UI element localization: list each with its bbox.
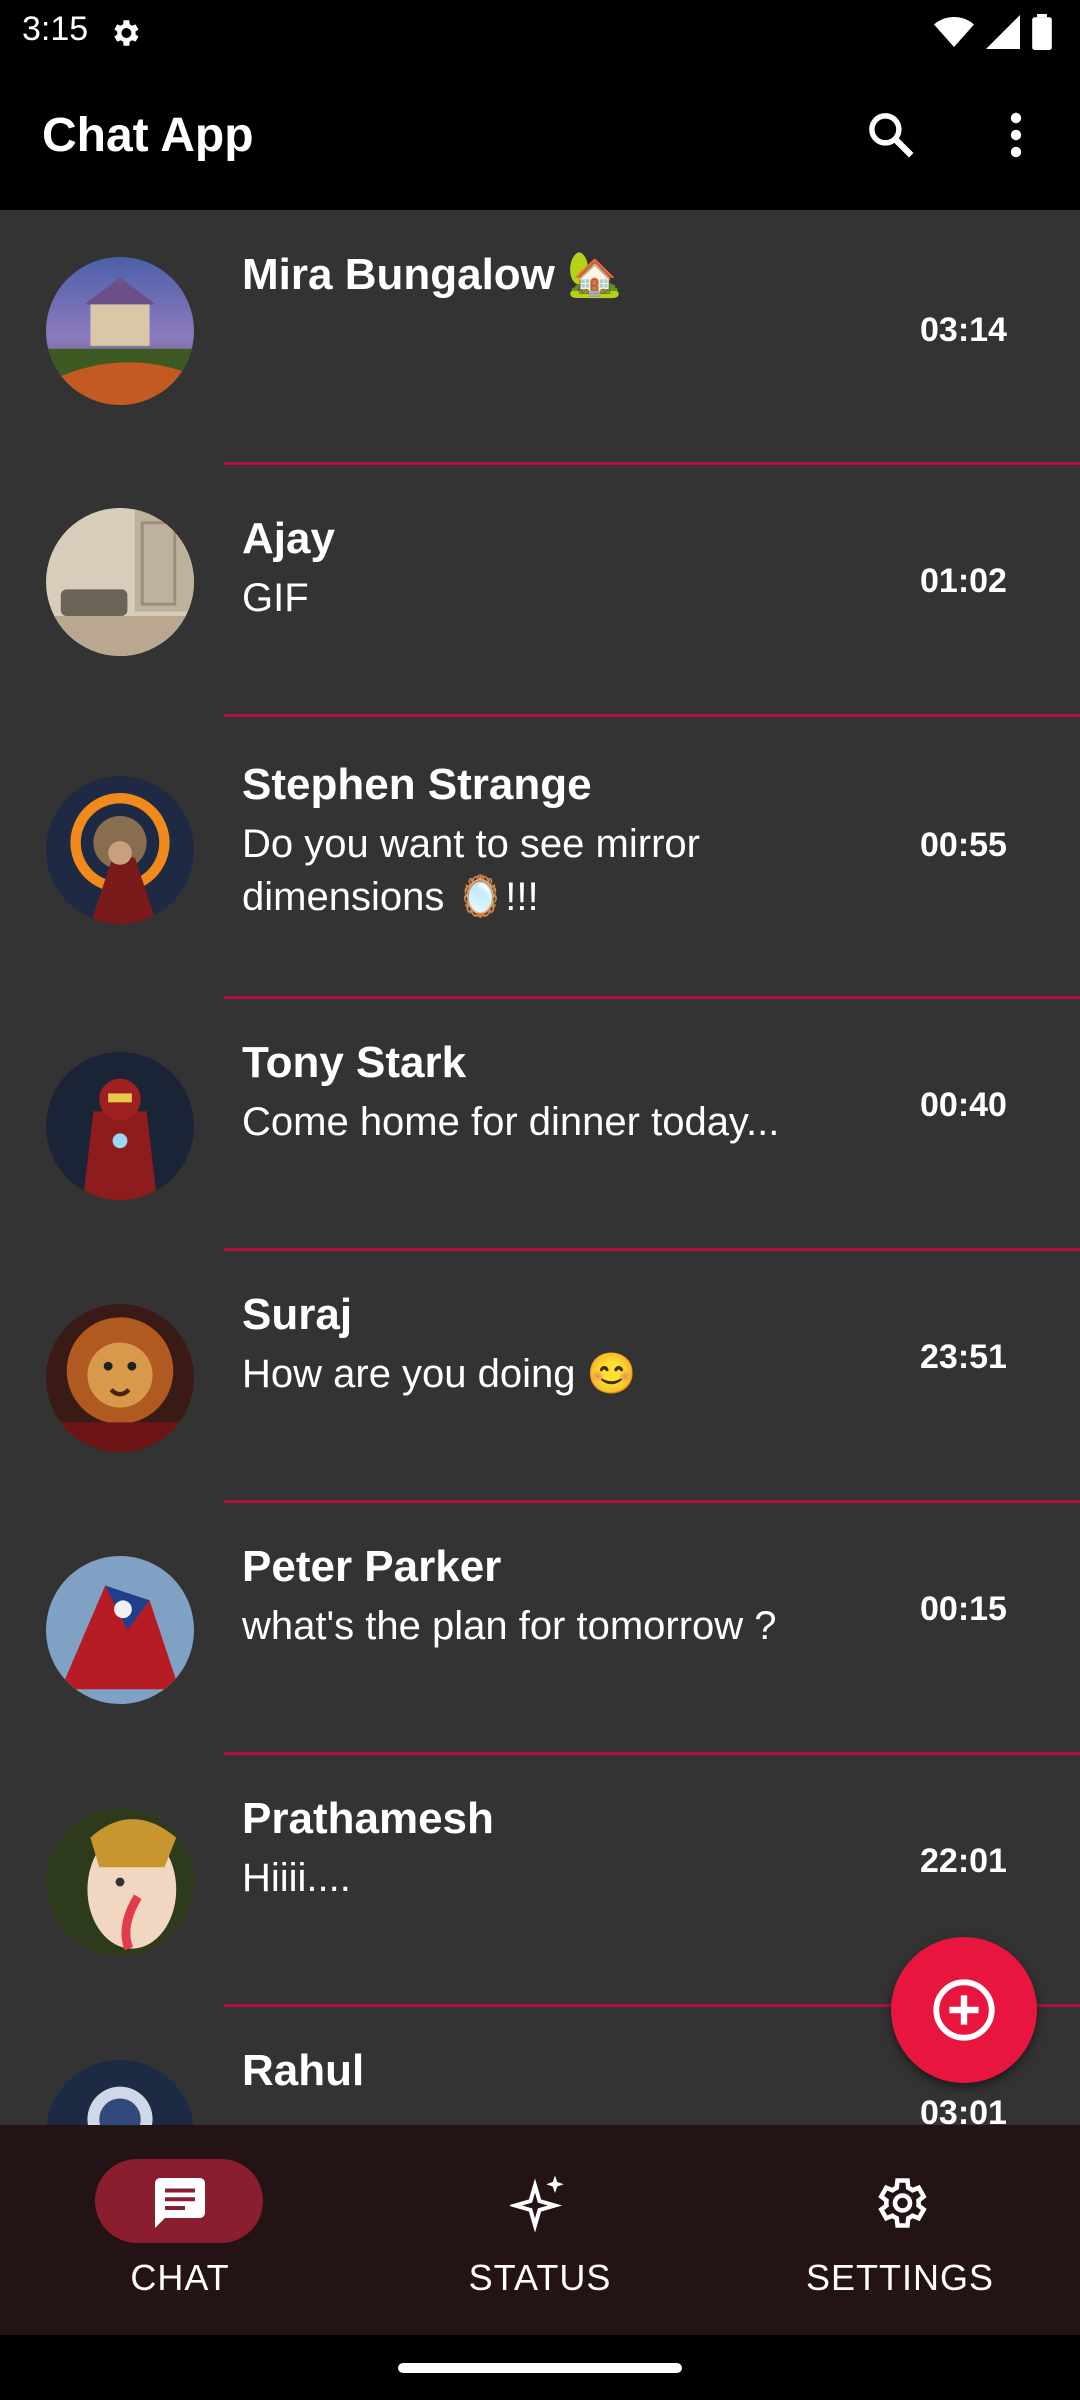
message-time: 00:55 [920, 826, 1007, 864]
battery-icon [1032, 14, 1052, 50]
contact-name: Ajay [242, 514, 335, 563]
settings-icon [878, 2178, 927, 2228]
message-time: 01:02 [920, 562, 1007, 600]
chat-row-ajay[interactable]: Ajay GIF 01:02 [0, 462, 1080, 717]
message-time: 03:01 [920, 2094, 1007, 2125]
chat-row-mira-bungalow[interactable]: Mira Bungalow 🏡 03:14 [0, 210, 1080, 465]
avatar [46, 1556, 194, 1704]
last-message: what's the plan for tomorrow ? [242, 1604, 777, 1648]
nav-label-settings: SETTINGS [805, 2257, 995, 2298]
search-button[interactable] [858, 102, 924, 168]
avatar [46, 508, 194, 656]
last-message: How are you doing 😊 [242, 1352, 637, 1396]
contact-name: Rahul [242, 2046, 365, 2095]
nav-label-status: STATUS [468, 2257, 612, 2298]
home-gesture-handle[interactable] [398, 2363, 682, 2373]
cellular-signal-icon [986, 15, 1020, 49]
wifi-icon [934, 17, 974, 47]
bottom-navigation: CHAT STATUS SETTINGS [0, 2125, 1080, 2335]
contact-name: Mira Bungalow 🏡 [242, 250, 622, 299]
avatar [46, 2060, 194, 2125]
status-time: 3:15 [22, 10, 89, 48]
message-time: 23:51 [920, 1338, 1007, 1376]
contact-name: Suraj [242, 1290, 353, 1339]
status-bar: 3:15 [0, 0, 1080, 62]
message-time: 00:15 [920, 1590, 1007, 1628]
last-message: Hiiii.... [242, 1856, 351, 1900]
nav-item-chat[interactable]: CHAT [0, 2125, 360, 2335]
app-bar: Chat App [0, 62, 1080, 210]
last-message: Do you want to see mirror dimensions 🪞!!… [242, 822, 700, 919]
message-time: 22:01 [920, 1842, 1007, 1880]
more-options-button[interactable] [986, 102, 1046, 168]
avatar [46, 1808, 194, 1956]
message-time: 03:14 [920, 311, 1007, 349]
nav-label-chat: CHAT [130, 2257, 230, 2298]
chat-row-tony-stark[interactable]: Tony Stark Come home for dinner today...… [0, 996, 1080, 1251]
chat-row-peter-parker[interactable]: Peter Parker what's the plan for tomorro… [0, 1500, 1080, 1755]
avatar [46, 1304, 194, 1452]
settings-gear-icon [114, 20, 139, 46]
chat-list[interactable]: Mira Bungalow 🏡 03:14 Ajay GIF 01:02 Ste… [0, 210, 1080, 2125]
contact-name: Tony Stark [242, 1038, 467, 1087]
avatar [46, 1052, 194, 1200]
chat-bubble-icon [155, 2178, 205, 2228]
avatar [46, 257, 194, 405]
contact-name: Stephen Strange [242, 760, 592, 809]
add-circle-icon [933, 1979, 995, 2041]
nav-item-status[interactable]: STATUS [360, 2125, 720, 2335]
gesture-bar [0, 2335, 1080, 2400]
chat-row-stephen-strange[interactable]: Stephen Strange Do you want to see mirro… [0, 714, 1080, 999]
message-time: 00:40 [920, 1086, 1007, 1124]
more-vert-icon [1010, 112, 1022, 158]
last-message: Come home for dinner today... [242, 1100, 780, 1144]
contact-name: Peter Parker [242, 1542, 502, 1591]
sparkle-icon [510, 2175, 564, 2233]
new-chat-fab[interactable] [891, 1937, 1037, 2083]
search-icon [869, 113, 914, 158]
last-message: GIF [242, 576, 309, 620]
chat-row-suraj[interactable]: Suraj How are you doing 😊 23:51 [0, 1248, 1080, 1503]
contact-name: Prathamesh [242, 1794, 494, 1843]
nav-item-settings[interactable]: SETTINGS [720, 2125, 1080, 2335]
avatar [46, 776, 194, 924]
app-title: Chat App [42, 109, 254, 162]
